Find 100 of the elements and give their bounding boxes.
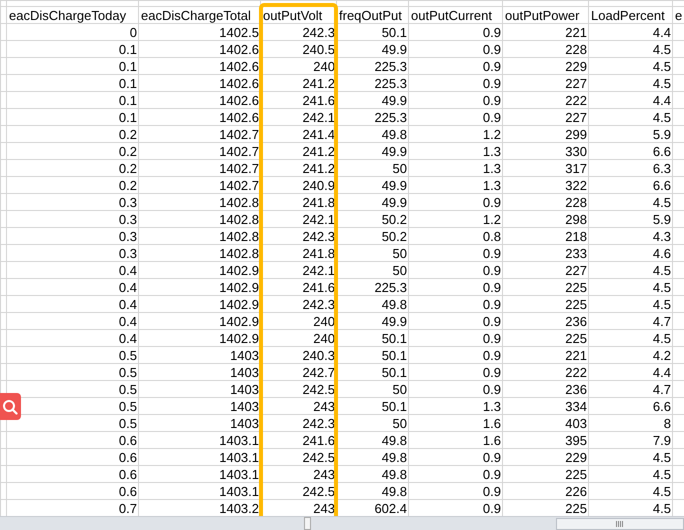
table-cell: 0.4 bbox=[6, 330, 138, 346]
table-cell: 4.5 bbox=[588, 296, 672, 312]
table-cell: 0.9 bbox=[408, 380, 502, 398]
table-cell: 1.2 bbox=[408, 210, 502, 228]
table-cell: 225 bbox=[502, 278, 588, 296]
table-cell: 49.8 bbox=[336, 482, 408, 500]
table-cell: 0.9 bbox=[408, 330, 502, 346]
table-cell: 0.9 bbox=[408, 448, 502, 466]
table-cell: 4.4 bbox=[588, 92, 672, 108]
table-cell: 50 bbox=[336, 262, 408, 278]
grip-icon bbox=[616, 521, 624, 527]
table-cell: 227 bbox=[502, 108, 588, 126]
table-cell: 4.5 bbox=[588, 482, 672, 500]
table-cell: 0.2 bbox=[6, 176, 138, 194]
table-cell: 4.5 bbox=[588, 108, 672, 126]
table-cell: 6.6 bbox=[588, 398, 672, 414]
table-cell: 236 bbox=[502, 312, 588, 330]
table-cell: 0.9 bbox=[408, 40, 502, 58]
table-cell: 50 bbox=[336, 414, 408, 432]
table-cell: 50.2 bbox=[336, 210, 408, 228]
table-cell: 49.9 bbox=[336, 92, 408, 108]
table-cell: 0.6 bbox=[6, 482, 138, 500]
table-cell: 228 bbox=[502, 40, 588, 58]
table-cell: 0.2 bbox=[6, 142, 138, 160]
table-cell: 50.1 bbox=[336, 364, 408, 380]
table-cell: 0.6 bbox=[6, 448, 138, 466]
table-cell: 49.9 bbox=[336, 312, 408, 330]
table-cell: 0.9 bbox=[408, 24, 502, 40]
table-cell: 0.9 bbox=[408, 296, 502, 312]
table-cell: 0.6 bbox=[6, 466, 138, 482]
table-cell: 228 bbox=[502, 194, 588, 210]
table-cell: 4.5 bbox=[588, 330, 672, 346]
table-cell: 0 bbox=[6, 24, 138, 40]
table-cell: 4.3 bbox=[588, 228, 672, 244]
table-cell: 317 bbox=[502, 160, 588, 176]
search-button[interactable] bbox=[0, 393, 21, 420]
table-cell: 0.3 bbox=[6, 228, 138, 244]
table-cell: 50.1 bbox=[336, 346, 408, 364]
scrollbar-thumb[interactable] bbox=[556, 518, 684, 530]
table-cell: 4.6 bbox=[588, 244, 672, 262]
table-cell: 49.8 bbox=[336, 296, 408, 312]
column-header: freqOutPut bbox=[336, 6, 408, 24]
table-cell: 4.7 bbox=[588, 380, 672, 398]
table-cell: 0.1 bbox=[6, 92, 138, 108]
table-cell: 7.9 bbox=[588, 432, 672, 448]
table-cell: 50 bbox=[336, 380, 408, 398]
table-cell: 395 bbox=[502, 432, 588, 448]
table-cell: 0.9 bbox=[408, 346, 502, 364]
table-cell: 0.4 bbox=[6, 278, 138, 296]
table-cell: 4.5 bbox=[588, 194, 672, 210]
table-cell: 298 bbox=[502, 210, 588, 228]
table-cell: 1.3 bbox=[408, 142, 502, 160]
column-header: outPutCurrent bbox=[408, 6, 502, 24]
table-cell: 0.9 bbox=[408, 108, 502, 126]
table-cell: 50 bbox=[336, 160, 408, 176]
table-cell: 1.2 bbox=[408, 126, 502, 142]
table-cell: 0.3 bbox=[6, 194, 138, 210]
table-cell: 4.2 bbox=[588, 346, 672, 364]
table-cell: 0.9 bbox=[408, 74, 502, 92]
table-cell: 0.9 bbox=[408, 312, 502, 330]
table-cell: 49.8 bbox=[336, 432, 408, 448]
table-cell: 0.1 bbox=[6, 108, 138, 126]
horizontal-scrollbar[interactable] bbox=[0, 516, 684, 530]
column-header: outPutPower bbox=[502, 6, 588, 24]
table-cell: 0.9 bbox=[408, 364, 502, 380]
table-cell: 5.9 bbox=[588, 210, 672, 228]
table-cell: 50 bbox=[336, 244, 408, 262]
table-cell: 0.6 bbox=[6, 432, 138, 448]
table-cell: 49.9 bbox=[336, 194, 408, 210]
table-cell: 0.9 bbox=[408, 482, 502, 500]
table-cell: 226 bbox=[502, 482, 588, 500]
table-cell: 225.3 bbox=[336, 278, 408, 296]
table-cell: 50.1 bbox=[336, 398, 408, 414]
table-cell: 4.5 bbox=[588, 40, 672, 58]
column-header: eacDisChargeToday bbox=[6, 6, 138, 24]
table-cell: 6.6 bbox=[588, 176, 672, 194]
table-cell: 225 bbox=[502, 466, 588, 482]
table-cell: 0.9 bbox=[408, 466, 502, 482]
table-cell: 0.2 bbox=[6, 160, 138, 176]
table-cell: 227 bbox=[502, 74, 588, 92]
split-handle[interactable] bbox=[304, 517, 311, 530]
table-cell: 218 bbox=[502, 228, 588, 244]
table-cell: 403 bbox=[502, 414, 588, 432]
table-cell: 330 bbox=[502, 142, 588, 160]
table-cell: 50.2 bbox=[336, 228, 408, 244]
table-cell: 49.9 bbox=[336, 176, 408, 194]
table-cell: 221 bbox=[502, 24, 588, 40]
table-cell: 49.8 bbox=[336, 126, 408, 142]
table-cell: 6.3 bbox=[588, 160, 672, 176]
table-cell: 5.9 bbox=[588, 126, 672, 142]
table-cell: 4.5 bbox=[588, 448, 672, 466]
table-cell: 0.8 bbox=[408, 228, 502, 244]
table-cell: 4.5 bbox=[588, 466, 672, 482]
table-cell: 225.3 bbox=[336, 74, 408, 92]
table-cell: 0.5 bbox=[6, 364, 138, 380]
table-cell: 225 bbox=[502, 330, 588, 346]
table-cell: 1.6 bbox=[408, 432, 502, 448]
table-cell: 0.4 bbox=[6, 312, 138, 330]
table-cell: 1.3 bbox=[408, 398, 502, 414]
table-cell: 49.8 bbox=[336, 466, 408, 482]
